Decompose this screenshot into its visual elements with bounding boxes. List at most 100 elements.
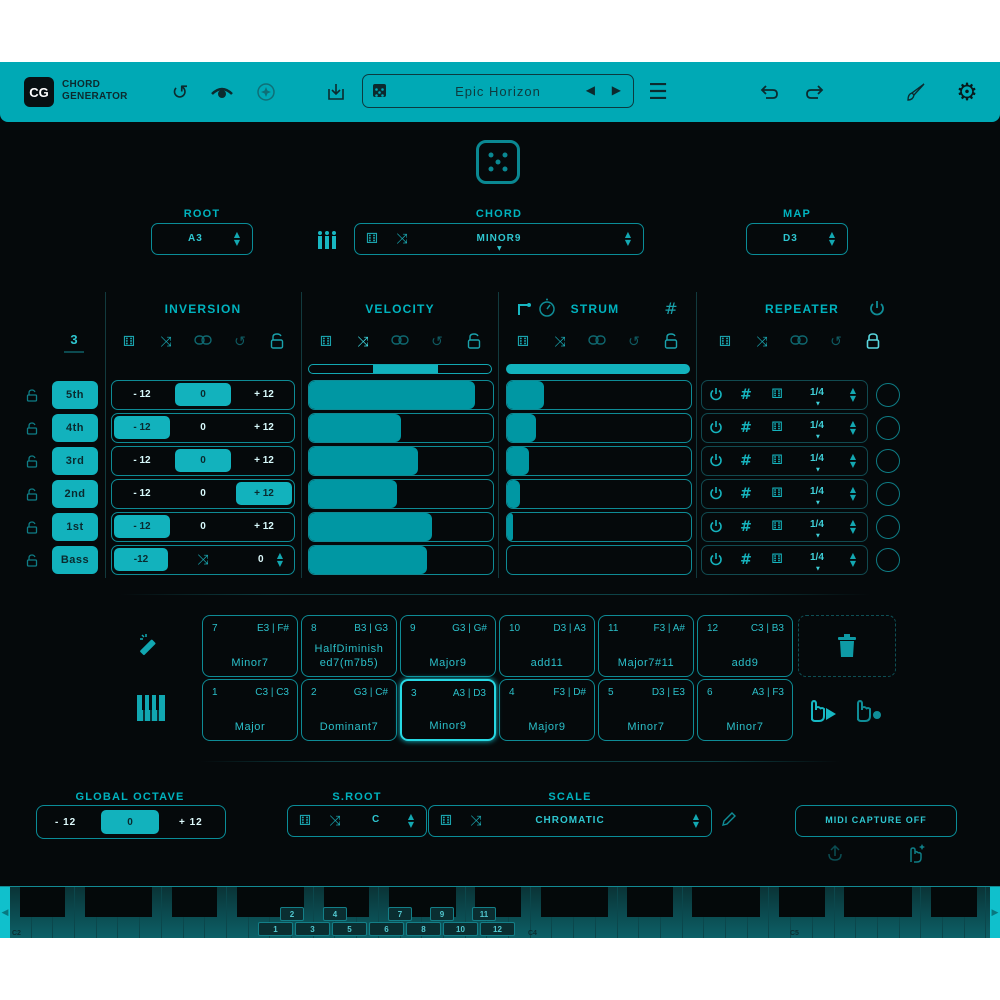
shuffle-icon[interactable]: ⤨: [753, 333, 771, 351]
dice-icon[interactable]: ⚅: [769, 387, 785, 403]
map-stepper-icon[interactable]: ▲ ▼: [827, 231, 837, 247]
inversion-option[interactable]: 0: [175, 482, 231, 505]
strum-slider[interactable]: [506, 380, 692, 410]
velocity-slider[interactable]: [308, 512, 494, 542]
keyboard-scroll-left[interactable]: ◀: [0, 887, 10, 938]
grid-sync-icon[interactable]: #: [738, 420, 754, 436]
velocity-master-slider[interactable]: [308, 364, 492, 374]
shuffle-icon[interactable]: ⤨: [326, 812, 344, 830]
voice-button[interactable]: 3rd: [52, 447, 98, 475]
voice-button[interactable]: 5th: [52, 381, 98, 409]
black-key[interactable]: [562, 887, 587, 917]
inversion-option[interactable]: + 12: [236, 482, 292, 505]
inversion-option[interactable]: 0: [175, 449, 231, 472]
black-key[interactable]: [735, 887, 760, 917]
strum-slider[interactable]: [506, 413, 692, 443]
undo-icon[interactable]: [756, 78, 784, 106]
chord-pad[interactable]: 5 D3 | E3 Minor7: [598, 679, 694, 741]
dice-icon[interactable]: ⚅: [317, 333, 335, 351]
voice-button[interactable]: 2nd: [52, 480, 98, 508]
inversion-selector[interactable]: - 12 0 + 12: [111, 479, 295, 509]
inversion-selector[interactable]: -12 ⤨ 0 ▲ ▼: [111, 545, 295, 575]
power-icon[interactable]: [708, 552, 724, 568]
repeater-rate[interactable]: 1/4: [810, 387, 824, 398]
inversion-option[interactable]: - 12: [114, 482, 170, 505]
dice-icon[interactable]: ⚅: [769, 552, 785, 568]
power-icon[interactable]: [708, 420, 724, 436]
scale-select[interactable]: ⚅ ⤨ CHROMATIC ▲ ▼: [428, 805, 712, 837]
black-key[interactable]: [779, 887, 804, 917]
link-icon[interactable]: [194, 333, 212, 351]
randomize-all-dice-button[interactable]: [476, 140, 520, 184]
grid-sync-icon[interactable]: #: [738, 486, 754, 502]
octave-plus[interactable]: + 12: [179, 817, 203, 828]
dice-icon[interactable]: [373, 84, 386, 97]
voices-icon[interactable]: [316, 230, 338, 250]
strum-slider[interactable]: [506, 512, 692, 542]
inversion-selector[interactable]: - 12 0 + 12: [111, 512, 295, 542]
black-key[interactable]: [171, 887, 196, 917]
black-key[interactable]: [887, 887, 912, 917]
chord-stepper-icon[interactable]: ▲ ▼: [623, 231, 633, 247]
brush-icon[interactable]: [902, 78, 930, 106]
inversion-option[interactable]: + 12: [236, 416, 292, 439]
black-key[interactable]: [931, 887, 956, 917]
keyboard-scroll-right[interactable]: ▶: [990, 887, 1000, 938]
repeater-indicator[interactable]: [876, 515, 900, 539]
lock-open-icon[interactable]: [662, 333, 680, 351]
rate-stepper-icon[interactable]: ▲ ▼: [848, 453, 858, 469]
power-icon[interactable]: [708, 453, 724, 469]
shuffle-icon[interactable]: ⤨: [194, 551, 212, 569]
grid-sync-icon[interactable]: #: [738, 519, 754, 535]
black-key[interactable]: [84, 887, 109, 917]
inversion-option[interactable]: + 12: [236, 449, 292, 472]
black-key[interactable]: [497, 887, 522, 917]
repeater-rate[interactable]: 1/4: [810, 420, 824, 431]
inversion-selector[interactable]: - 12 0 + 12: [111, 446, 295, 476]
velocity-slider[interactable]: [308, 380, 494, 410]
black-key[interactable]: [236, 887, 261, 917]
grid-sync-icon[interactable]: #: [738, 453, 754, 469]
strum-slider[interactable]: [506, 446, 692, 476]
click-hold-icon[interactable]: [852, 696, 884, 728]
power-icon[interactable]: [708, 387, 724, 403]
voice-lock-icon[interactable]: [26, 422, 38, 435]
inversion-selector[interactable]: - 12 0 + 12: [111, 413, 295, 443]
target-icon[interactable]: [252, 78, 280, 106]
chord-pad[interactable]: 1 C3 | C3 Major: [202, 679, 298, 741]
dice-icon[interactable]: ⚅: [120, 333, 138, 351]
scale-stepper-icon[interactable]: ▲ ▼: [691, 813, 701, 829]
download-icon[interactable]: [322, 78, 350, 106]
chord-pad[interactable]: 9 G3 | G# Major9: [400, 615, 496, 677]
black-key[interactable]: [583, 887, 608, 917]
rate-stepper-icon[interactable]: ▲ ▼: [848, 486, 858, 502]
grid-sync-icon[interactable]: #: [738, 552, 754, 568]
chord-pad[interactable]: 12 C3 | B3 add9: [697, 615, 793, 677]
link-icon[interactable]: [391, 333, 409, 351]
strum-direction-icon[interactable]: [516, 300, 532, 320]
shuffle-icon[interactable]: ⤨: [157, 333, 175, 351]
black-key[interactable]: [540, 887, 565, 917]
power-icon[interactable]: [708, 486, 724, 502]
black-key[interactable]: [41, 887, 66, 917]
preset-selector[interactable]: Epic Horizon ◀ ▶: [362, 74, 634, 108]
prev-preset-icon[interactable]: ◀: [586, 83, 595, 97]
chord-select[interactable]: ⚅ ⤨ MINOR9 ▼ ▲ ▼: [354, 223, 644, 255]
click-play-icon[interactable]: [806, 696, 838, 728]
lock-closed-icon[interactable]: [864, 333, 882, 351]
black-key[interactable]: [692, 887, 717, 917]
timer-icon[interactable]: [538, 298, 556, 322]
sroot-select[interactable]: ⚅ ⤨ C ▲ ▼: [287, 805, 427, 837]
bass-stepper-icon[interactable]: ▲ ▼: [275, 552, 285, 568]
black-key[interactable]: [649, 887, 673, 917]
chord-pad[interactable]: 3 A3 | D3 Minor9: [400, 679, 496, 741]
chord-pad[interactable]: 11 F3 | A# Major7#11: [598, 615, 694, 677]
black-key[interactable]: [627, 887, 652, 917]
shuffle-icon[interactable]: ⤨: [551, 333, 569, 351]
repeater-power-icon[interactable]: [868, 299, 886, 321]
inversion-option[interactable]: - 12: [114, 449, 170, 472]
shuffle-icon[interactable]: ⤨: [354, 333, 372, 351]
reset-icon[interactable]: ↺: [428, 333, 446, 351]
voice-lock-icon[interactable]: [26, 389, 38, 402]
lock-open-icon[interactable]: [268, 333, 286, 351]
